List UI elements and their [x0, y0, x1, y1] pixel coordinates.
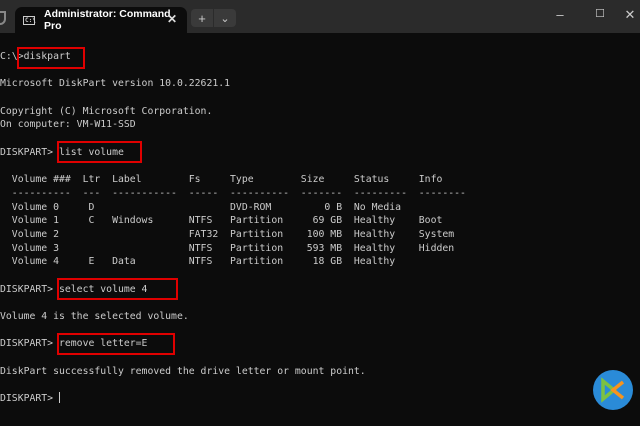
terminal-line: DISKPART> — [0, 392, 60, 405]
terminal-line: Volume 2 FAT32 Partition 100 MB Healthy … — [0, 228, 455, 240]
text-cursor — [58, 392, 60, 404]
highlight-diskpart — [17, 47, 85, 69]
highlight-select-volume — [57, 278, 178, 300]
tab-dropdown-button[interactable]: ⌄ — [214, 9, 236, 27]
new-tab-button[interactable]: + — [191, 9, 213, 27]
terminal-line: Volume 3 NTFS Partition 593 MB Healthy H… — [0, 242, 455, 254]
tab-close-button[interactable]: ✕ — [167, 12, 177, 26]
terminal-icon: C:\ — [23, 15, 36, 25]
terminal-line: Volume 0 D DVD-ROM 0 B No Media — [0, 201, 402, 213]
terminal-line: Volume 1 C Windows NTFS Partition 69 GB … — [0, 215, 443, 227]
brand-logo-icon — [593, 370, 633, 410]
close-button[interactable]: ✕ — [620, 7, 640, 23]
tab-command-prompt[interactable]: C:\ Administrator: Command Pro ✕ — [15, 7, 187, 33]
terminal-line: Microsoft DiskPart version 10.0.22621.1 — [0, 78, 231, 90]
shield-icon — [0, 11, 6, 25]
terminal-line: Copyright (C) Microsoft Corporation. — [0, 105, 213, 117]
terminal-line: Volume 4 E Data NTFS Partition 18 GB Hea… — [0, 256, 396, 268]
highlight-list-volume — [57, 141, 142, 163]
minimize-button[interactable]: – — [550, 7, 570, 22]
terminal-line: On computer: VM-W11-SSD — [0, 119, 136, 131]
terminal-line: ---------- --- ----------- ----- -------… — [0, 187, 466, 199]
terminal-line: DiskPart successfully removed the drive … — [0, 365, 366, 377]
terminal-line: Volume 4 is the selected volume. — [0, 311, 189, 323]
tab-title: Administrator: Command Pro — [44, 8, 171, 32]
terminal-line: Volume ### Ltr Label Fs Type Size Status… — [0, 174, 443, 186]
title-bar: C:\ Administrator: Command Pro ✕ + ⌄ – ☐… — [0, 0, 640, 33]
highlight-remove-letter — [57, 333, 175, 355]
maximize-button[interactable]: ☐ — [590, 7, 610, 20]
